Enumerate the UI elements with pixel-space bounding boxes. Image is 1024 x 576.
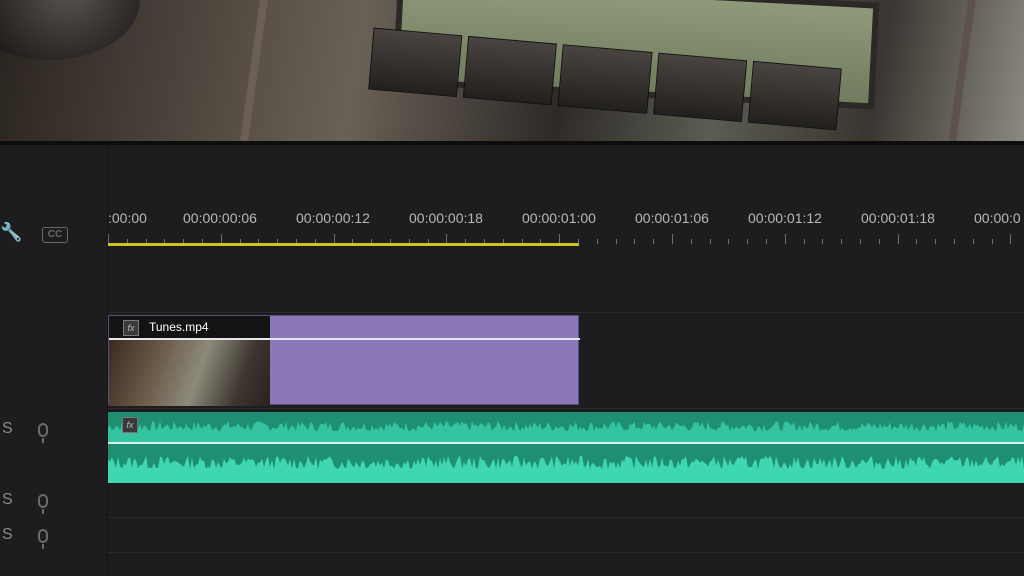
- track-divider: [108, 408, 1024, 409]
- timecode-label: 00:00:00:12: [296, 210, 370, 226]
- ruler-tick: [615, 239, 617, 244]
- timecode-label: 00:00:01:06: [635, 210, 709, 226]
- timecode-label: :00:00: [108, 210, 147, 226]
- ruler-tick: [709, 239, 711, 244]
- ruler-tick: [1010, 234, 1012, 244]
- ruler-tick: [878, 239, 880, 244]
- timecode-label: 00:00:01:00: [522, 210, 596, 226]
- track-divider: [108, 552, 1024, 553]
- fx-badge-icon[interactable]: fx: [123, 320, 139, 336]
- timecode-label: 00:00:0: [974, 210, 1021, 226]
- captions-cc-button[interactable]: CC: [42, 227, 68, 243]
- ruler-tick: [747, 239, 749, 244]
- panel-divider: [0, 141, 1024, 145]
- ruler-tick: [653, 239, 655, 244]
- program-monitor-preview: [0, 0, 1024, 141]
- timecode-label: 00:00:01:12: [748, 210, 822, 226]
- ruler-tick: [690, 239, 692, 244]
- track-divider: [108, 312, 1024, 313]
- mic-icon[interactable]: [38, 423, 48, 443]
- clip-name: Tunes.mp4: [149, 320, 209, 334]
- ruler-tick: [841, 239, 843, 244]
- clip-thumbnail: [109, 340, 270, 406]
- ruler-tick: [784, 234, 786, 244]
- timeline-ruler[interactable]: :00:00 00:00:00:06 00:00:00:12 00:00:00:…: [108, 200, 1024, 248]
- ruler-tick: [935, 239, 937, 244]
- track-label-a1: S: [2, 420, 13, 437]
- mic-icon[interactable]: [38, 529, 48, 549]
- waveform-upper: [108, 421, 1024, 442]
- audio-clip[interactable]: fx: [108, 412, 1024, 483]
- video-clip[interactable]: fx Tunes.mp4: [108, 315, 580, 406]
- track-divider: [108, 517, 1024, 518]
- track-label-a3: S: [2, 526, 13, 543]
- waveform-lower: [108, 455, 1024, 483]
- timecode-label: 00:00:01:18: [861, 210, 935, 226]
- ruler-tick: [596, 239, 598, 244]
- clip-opacity-line: [109, 338, 580, 340]
- ruler-tick: [766, 239, 767, 244]
- ruler-tick: [954, 239, 955, 244]
- timecode-label: 00:00:00:06: [183, 210, 257, 226]
- ruler-tick: [897, 234, 899, 244]
- work-area-bar[interactable]: [108, 243, 579, 246]
- ruler-tick: [728, 239, 730, 244]
- wrench-icon[interactable]: 🔧: [0, 222, 22, 243]
- track-header-panel: [0, 145, 108, 576]
- ruler-tick: [822, 239, 824, 244]
- preview-knob: [0, 0, 140, 60]
- ruler-tick: [634, 239, 636, 244]
- fx-badge-icon[interactable]: fx: [122, 417, 138, 433]
- ruler-tick: [860, 239, 861, 244]
- mic-icon[interactable]: [38, 494, 48, 514]
- ruler-tick: [672, 234, 673, 244]
- ruler-tick: [972, 239, 974, 244]
- timecode-label: 00:00:00:18: [409, 210, 483, 226]
- ruler-tick: [916, 239, 918, 244]
- track-label-a2: S: [2, 491, 13, 508]
- ruler-tick: [991, 239, 993, 244]
- ruler-tick: [803, 239, 805, 244]
